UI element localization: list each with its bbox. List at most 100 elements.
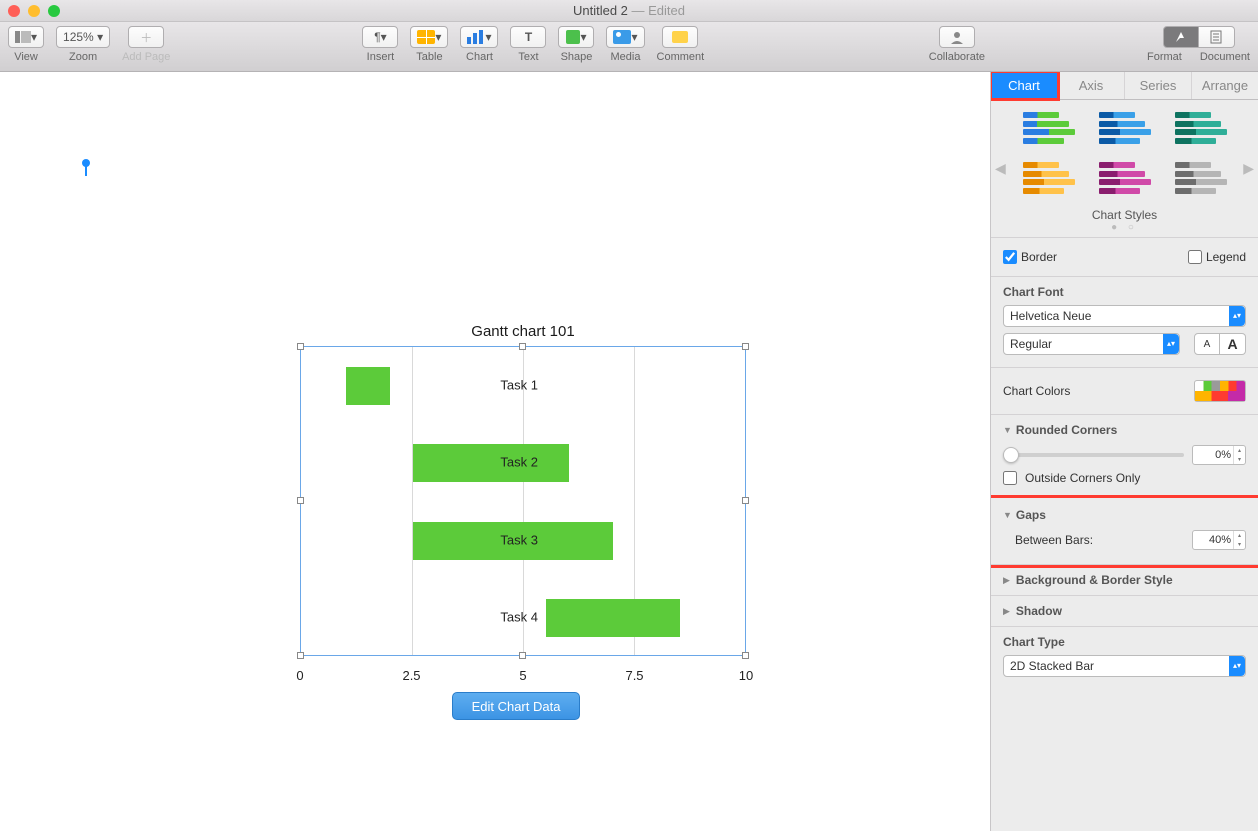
gaps-label: Gaps	[1016, 508, 1046, 522]
chart-title[interactable]: Gantt chart 101	[300, 323, 746, 340]
chart-button[interactable]: ▾	[460, 26, 498, 48]
chart-bar[interactable]	[346, 367, 391, 405]
border-checkbox-row[interactable]: Border	[1003, 250, 1057, 264]
media-label: Media	[611, 51, 641, 63]
zoom-value: 125%	[63, 30, 94, 44]
tab-axis[interactable]: Axis	[1058, 72, 1125, 99]
text-button[interactable]: T	[510, 26, 546, 48]
stepper-up-icon[interactable]: ▴	[1234, 446, 1245, 455]
outside-corners-checkbox[interactable]	[1003, 471, 1017, 485]
resize-handle[interactable]	[297, 497, 304, 504]
legend-label: Legend	[1206, 250, 1246, 264]
border-label: Border	[1021, 250, 1057, 264]
table-label: Table	[416, 51, 442, 63]
resize-handle[interactable]	[519, 343, 526, 350]
collaborate-button[interactable]	[939, 26, 975, 48]
document-label: Document	[1200, 51, 1250, 63]
between-bars-value[interactable]: 40%▴▾	[1192, 530, 1246, 550]
slider-knob[interactable]	[1003, 447, 1019, 463]
chevron-updown-icon: ▴▾	[1229, 306, 1245, 326]
chevron-right-icon: ▶	[1003, 606, 1010, 617]
media-icon	[613, 30, 631, 44]
between-bars-value-text: 40%	[1209, 534, 1231, 546]
tab-chart[interactable]: Chart	[991, 72, 1058, 99]
chevron-updown-icon: ▴▾	[1229, 656, 1245, 676]
bg-border-disclosure[interactable]: ▶Background & Border Style	[1003, 573, 1246, 587]
legend-checkbox-row[interactable]: Legend	[1188, 250, 1246, 264]
document-button[interactable]	[1199, 26, 1235, 48]
shape-button[interactable]: ▾	[558, 26, 594, 48]
styles-next-icon[interactable]: ▶	[1243, 160, 1254, 177]
chart-icon	[467, 30, 485, 44]
chart-type-select[interactable]: 2D Stacked Bar▴▾	[1003, 655, 1246, 677]
chevron-updown-icon: ▴▾	[1163, 334, 1179, 354]
cursor-marker-icon	[85, 162, 87, 176]
shadow-disclosure[interactable]: ▶Shadow	[1003, 604, 1246, 618]
x-tick-label: 7.5	[625, 668, 643, 683]
resize-handle[interactable]	[297, 343, 304, 350]
gaps-disclosure[interactable]: ▼Gaps	[1003, 508, 1246, 522]
chart-style-thumb[interactable]	[1096, 158, 1154, 198]
font-family-value: Helvetica Neue	[1010, 309, 1091, 323]
stepper-down-icon[interactable]: ▾	[1234, 455, 1245, 464]
chart-style-thumb[interactable]	[1096, 108, 1154, 148]
text-label: Text	[518, 51, 538, 63]
resize-handle[interactable]	[742, 652, 749, 659]
tab-arrange[interactable]: Arrange	[1192, 72, 1258, 99]
table-button[interactable]: ▾	[410, 26, 448, 48]
rounded-corners-slider[interactable]	[1003, 453, 1184, 457]
chart-colors-swatch[interactable]	[1194, 380, 1246, 402]
chart-style-thumb[interactable]	[1172, 108, 1230, 148]
insert-button[interactable]: ¶▾	[362, 26, 398, 48]
resize-handle[interactable]	[742, 343, 749, 350]
legend-checkbox[interactable]	[1188, 250, 1202, 264]
x-tick-label: 10	[739, 668, 753, 683]
rounded-corners-value[interactable]: 0%▴▾	[1192, 445, 1246, 465]
comment-button[interactable]	[662, 26, 698, 48]
border-legend-section: Border Legend	[991, 238, 1258, 277]
pager-dots-icon[interactable]: ● ○	[991, 222, 1258, 233]
chart-styles-label: Chart Styles	[991, 208, 1258, 222]
font-style-select[interactable]: Regular▴▾	[1003, 333, 1180, 355]
font-family-select[interactable]: Helvetica Neue ▴▾	[1003, 305, 1246, 327]
chart-type-section: Chart Type 2D Stacked Bar▴▾	[991, 627, 1258, 685]
font-larger-button[interactable]: A	[1220, 333, 1246, 355]
collaborate-label: Collaborate	[929, 51, 985, 63]
edited-indicator: — Edited	[628, 3, 685, 18]
border-checkbox[interactable]	[1003, 250, 1017, 264]
shape-label: Shape	[561, 51, 593, 63]
insert-label: Insert	[367, 51, 395, 63]
zoom-label: Zoom	[69, 51, 97, 63]
rounded-corners-disclosure[interactable]: ▼Rounded Corners	[1003, 423, 1246, 437]
stepper-up-icon[interactable]: ▴	[1234, 531, 1245, 540]
resize-handle[interactable]	[519, 652, 526, 659]
comment-label: Comment	[657, 51, 705, 63]
toolbar: ▾ View 125% ▾ Zoom ＋ Add Page ¶▾ Insert …	[0, 22, 1258, 72]
view-button[interactable]: ▾	[8, 26, 44, 48]
x-tick-label: 0	[296, 668, 303, 683]
resize-handle[interactable]	[297, 652, 304, 659]
add-page-button[interactable]: ＋	[128, 26, 164, 48]
tab-series[interactable]: Series	[1125, 72, 1192, 99]
edit-chart-data-button[interactable]: Edit Chart Data	[452, 692, 580, 720]
chart-style-thumb[interactable]	[1020, 108, 1078, 148]
styles-prev-icon[interactable]: ◀	[995, 160, 1006, 177]
media-button[interactable]: ▾	[606, 26, 644, 48]
document-canvas[interactable]: Gantt chart 101 Edit Chart Data Task 1Ta…	[0, 72, 990, 831]
document-name: Untitled 2	[573, 3, 628, 18]
chart-bar[interactable]	[546, 599, 680, 637]
chart-bar[interactable]	[413, 444, 569, 482]
window-title: Untitled 2 — Edited	[0, 3, 1258, 18]
inspector-tabs: Chart Axis Series Arrange	[991, 72, 1258, 100]
font-smaller-button[interactable]: A	[1194, 333, 1220, 355]
chart-colors-section: Chart Colors	[991, 368, 1258, 415]
category-label: Task 4	[500, 610, 538, 625]
format-button[interactable]	[1163, 26, 1199, 48]
chart-style-thumb[interactable]	[1172, 158, 1230, 198]
chart-style-thumb[interactable]	[1020, 158, 1078, 198]
stepper-down-icon[interactable]: ▾	[1234, 540, 1245, 549]
rounded-corners-label: Rounded Corners	[1016, 423, 1117, 437]
zoom-select[interactable]: 125% ▾	[56, 26, 110, 48]
resize-handle[interactable]	[742, 497, 749, 504]
chart-colors-label: Chart Colors	[1003, 384, 1070, 398]
